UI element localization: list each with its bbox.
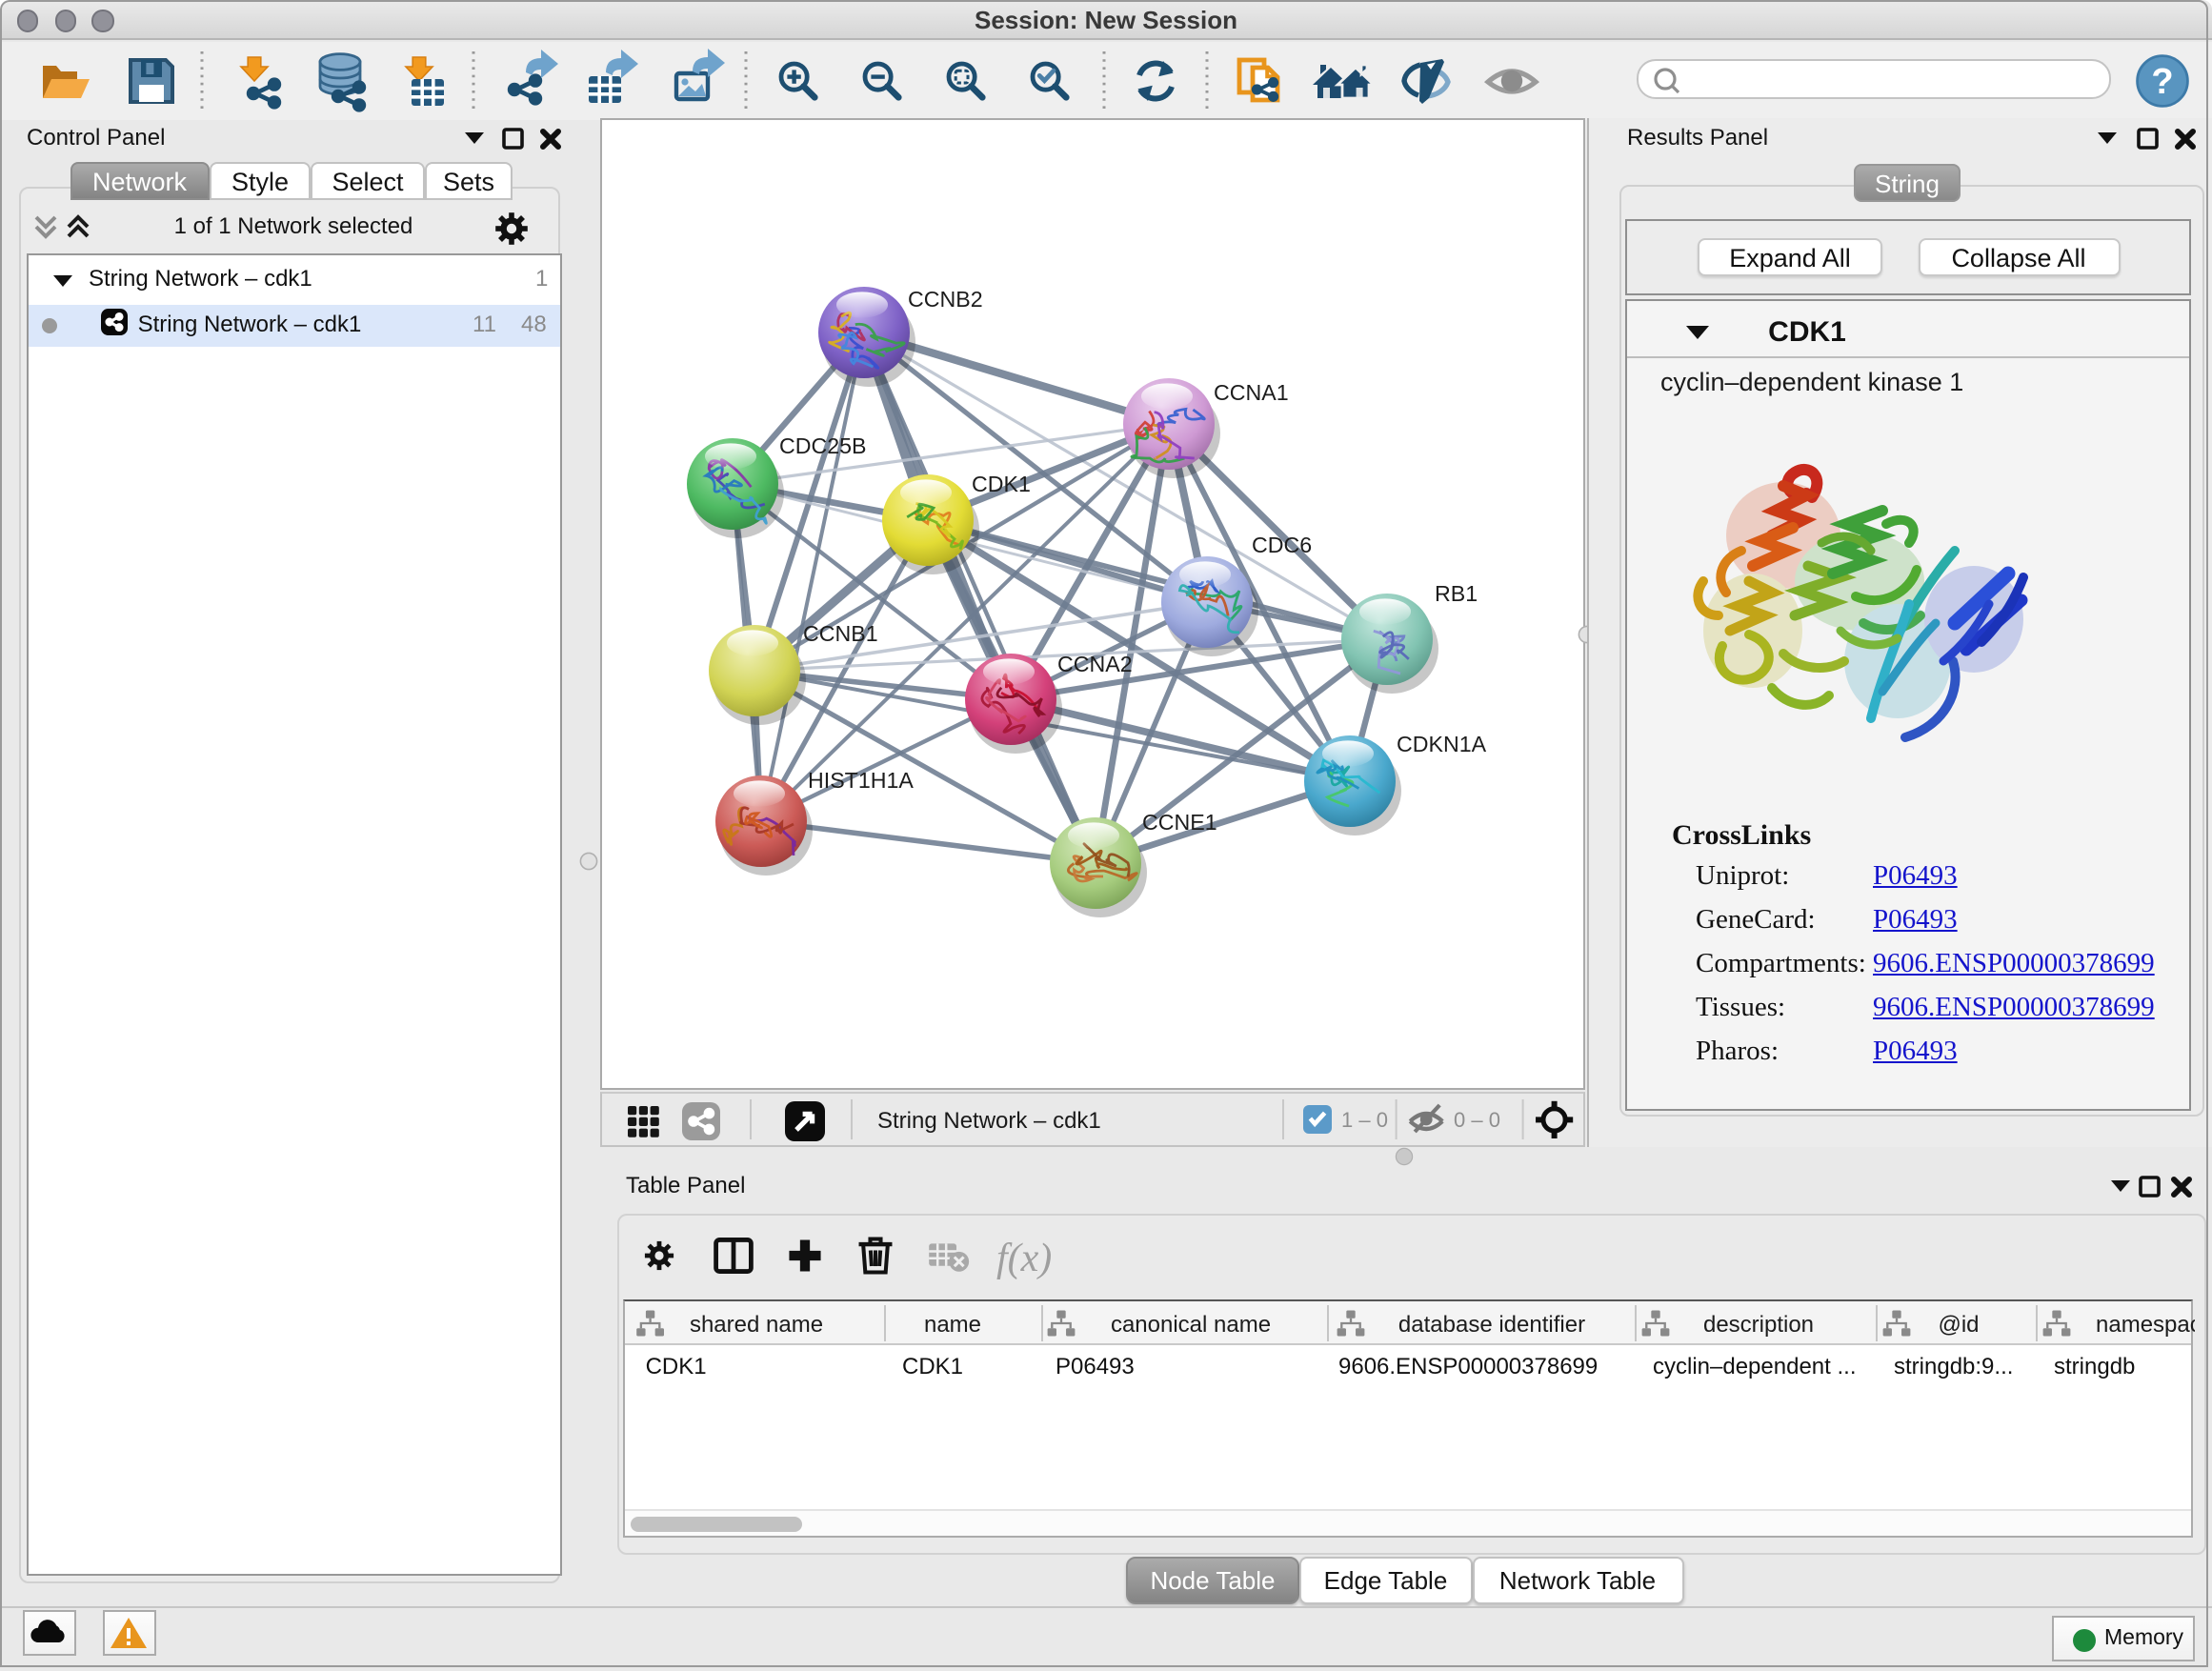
svg-text:CDKN1A: CDKN1A bbox=[1396, 732, 1486, 756]
svg-text:shared name: shared name bbox=[689, 1311, 822, 1337]
svg-text:?: ? bbox=[2151, 62, 2173, 102]
svg-text:canonical name: canonical name bbox=[1110, 1311, 1270, 1337]
svg-text:@id: @id bbox=[1937, 1311, 1978, 1337]
svg-text:CCNA1: CCNA1 bbox=[1213, 380, 1288, 405]
svg-text:CCNE1: CCNE1 bbox=[1141, 810, 1217, 835]
svg-text:description: description bbox=[1702, 1311, 1813, 1337]
svg-text:String Network – cdk1: String Network – cdk1 bbox=[876, 1108, 1100, 1134]
svg-text:CDC25B: CDC25B bbox=[778, 433, 866, 458]
svg-text:1 of 1 Network selected: 1 of 1 Network selected bbox=[173, 213, 412, 239]
svg-text:f(x): f(x) bbox=[995, 1236, 1051, 1279]
svg-text:name: name bbox=[923, 1311, 980, 1337]
svg-text:CCNA2: CCNA2 bbox=[1056, 652, 1132, 676]
svg-text:CCNB2: CCNB2 bbox=[907, 287, 982, 312]
svg-text:0 – 0: 0 – 0 bbox=[1453, 1108, 1499, 1132]
svg-text:CCNB1: CCNB1 bbox=[802, 621, 877, 646]
svg-text:HIST1H1A: HIST1H1A bbox=[807, 768, 913, 793]
svg-text:CDK1: CDK1 bbox=[971, 472, 1030, 496]
svg-text:RB1: RB1 bbox=[1434, 581, 1477, 606]
svg-text:1 – 0: 1 – 0 bbox=[1340, 1108, 1387, 1132]
svg-text:CDC6: CDC6 bbox=[1251, 533, 1311, 557]
svg-text:namespac: namespac bbox=[2095, 1311, 2194, 1337]
svg-text:database identifier: database identifier bbox=[1398, 1311, 1584, 1337]
